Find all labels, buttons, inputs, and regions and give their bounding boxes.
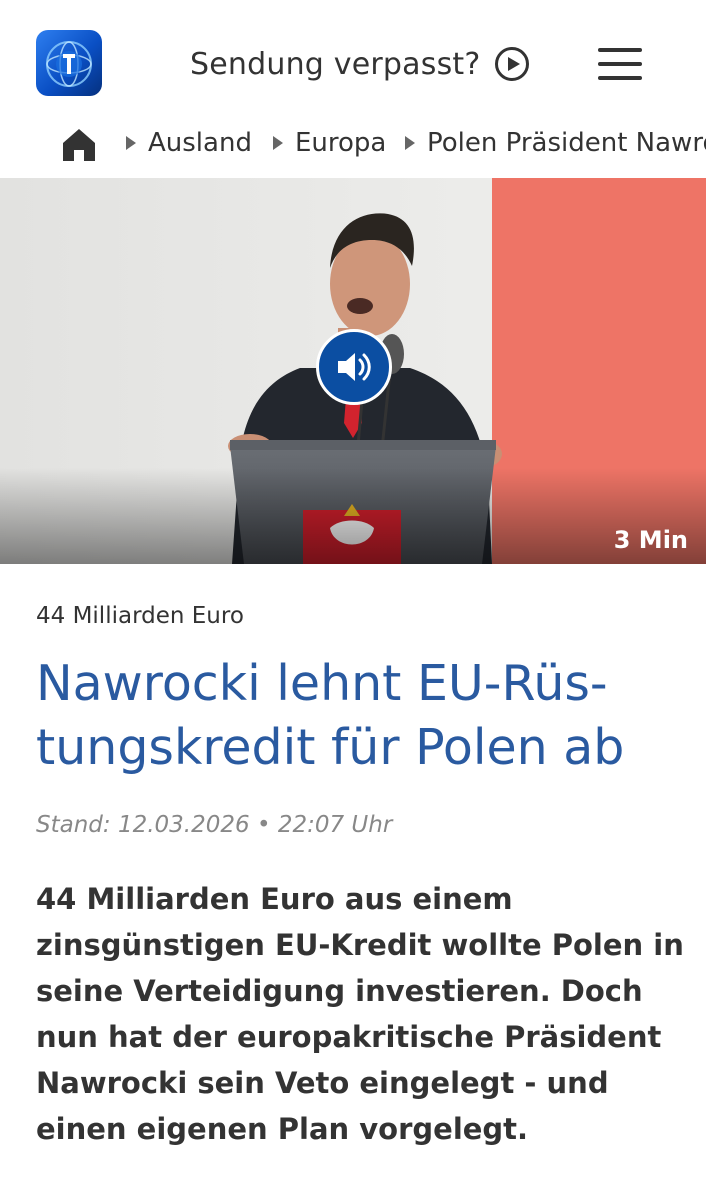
article-topline: 44 Milliarden Euro xyxy=(36,603,244,629)
sendung-verpasst-button[interactable]: Sendung verpasst? xyxy=(190,42,530,86)
hamburger-menu-icon[interactable] xyxy=(596,44,644,84)
duration-label: 3 Min xyxy=(613,526,688,554)
speaker-icon xyxy=(338,353,371,381)
article-timestamp: Stand: 12.03.2026 • 22:07 Uhr xyxy=(36,812,393,838)
chevron-right-icon xyxy=(405,136,415,150)
breadcrumb-item-polen[interactable]: Polen Präsident Nawro xyxy=(405,128,706,158)
hero-image[interactable]: 3 Min xyxy=(0,178,706,564)
article-headline: Nawrocki lehnt EU-Rüs- tungskredit für P… xyxy=(36,655,625,776)
breadcrumb-item-europa[interactable]: Europa xyxy=(273,128,386,158)
play-circle-icon xyxy=(495,47,530,81)
breadcrumb: Ausland Europa Polen Präsident Nawro xyxy=(0,120,706,170)
breadcrumb-item-ausland[interactable]: Ausland xyxy=(126,128,252,158)
article-teaser: 44 Milliarden Euro aus einem zinsgünstig… xyxy=(36,882,684,1146)
home-icon[interactable] xyxy=(60,125,98,163)
audio-play-button[interactable] xyxy=(316,329,392,405)
tagesschau-logo-icon[interactable] xyxy=(36,30,102,96)
chevron-right-icon xyxy=(273,136,283,150)
breadcrumb-label: Europa xyxy=(295,128,387,158)
chevron-right-icon xyxy=(126,136,136,150)
breadcrumb-label: Polen Präsident Nawro xyxy=(427,128,706,158)
header: Sendung verpasst? xyxy=(0,0,706,120)
sendung-verpasst-label: Sendung verpasst? xyxy=(190,46,481,82)
breadcrumb-label: Ausland xyxy=(148,128,252,158)
